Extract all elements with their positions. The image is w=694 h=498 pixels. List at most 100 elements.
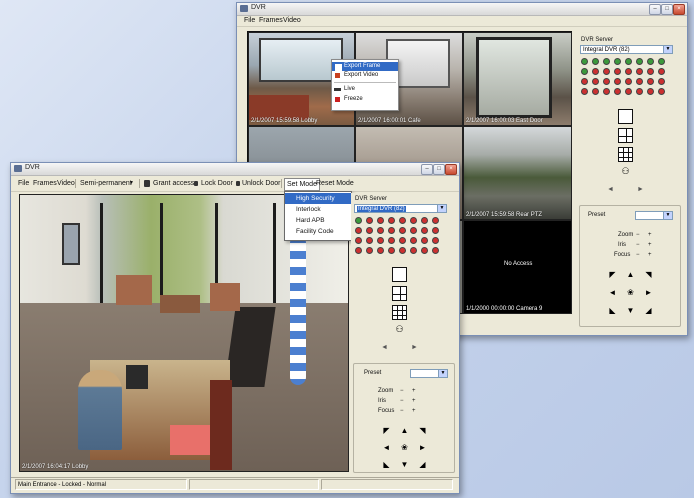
camera-button[interactable]	[355, 217, 362, 224]
camera-button[interactable]	[581, 58, 588, 65]
camera-button[interactable]	[614, 58, 621, 65]
binoculars-icon[interactable]: ⚇	[621, 167, 630, 176]
layout-3x3-button[interactable]	[392, 305, 407, 320]
camera-button[interactable]	[366, 247, 373, 254]
reset-mode-button[interactable]: Reset Mode	[316, 180, 354, 187]
menu-file[interactable]: File	[18, 180, 29, 187]
front-title-bar[interactable]: DVR – □ ×	[11, 163, 459, 176]
lock-door-button[interactable]: Lock Door	[201, 180, 233, 187]
camera-button[interactable]	[603, 68, 610, 75]
layout-1x1-button[interactable]	[618, 109, 633, 124]
pan-up-right-button[interactable]: ◥	[418, 426, 427, 435]
camera-button[interactable]	[658, 68, 665, 75]
camera-button[interactable]	[355, 237, 362, 244]
camera-button[interactable]	[625, 58, 632, 65]
previous-arrow-button[interactable]: ◄	[381, 344, 388, 351]
camera-button[interactable]	[377, 217, 384, 224]
camera-button[interactable]	[432, 247, 439, 254]
camera-button[interactable]	[377, 247, 384, 254]
camera-button[interactable]	[432, 237, 439, 244]
camera-button[interactable]	[421, 237, 428, 244]
focus-far-button[interactable]: +	[648, 252, 652, 258]
pan-left-button[interactable]: ◄	[608, 288, 617, 297]
camera-button[interactable]	[388, 217, 395, 224]
camera-button[interactable]	[399, 247, 406, 254]
zoom-out-button[interactable]: −	[636, 232, 640, 238]
camera-button[interactable]	[399, 237, 406, 244]
camera-tile-camera-9[interactable]: No Access 1/1/2000 00:00:00 Camera 9	[463, 220, 572, 314]
camera-button[interactable]	[614, 78, 621, 85]
camera-button[interactable]	[388, 227, 395, 234]
chevron-down-icon[interactable]: ▼	[129, 180, 134, 186]
zoom-out-button[interactable]: −	[400, 388, 404, 394]
camera-button[interactable]	[603, 78, 610, 85]
camera-button[interactable]	[388, 247, 395, 254]
camera-button[interactable]	[410, 217, 417, 224]
camera-button[interactable]	[421, 217, 428, 224]
camera-button[interactable]	[592, 78, 599, 85]
mode-select[interactable]: Semi-permanent	[80, 180, 132, 187]
layout-1x1-button[interactable]	[392, 267, 407, 282]
previous-arrow-button[interactable]: ◄	[607, 186, 614, 193]
camera-button[interactable]	[592, 88, 599, 95]
pan-down-left-button[interactable]: ◣	[382, 460, 391, 469]
camera-button[interactable]	[355, 247, 362, 254]
layout-2x2-button[interactable]	[618, 128, 633, 143]
camera-button[interactable]	[647, 58, 654, 65]
maximize-button[interactable]: □	[433, 164, 445, 175]
pan-down-left-button[interactable]: ◣	[608, 306, 617, 315]
maximize-button[interactable]: □	[661, 4, 673, 15]
camera-button[interactable]	[410, 227, 417, 234]
menu-frames[interactable]: Frames	[259, 17, 283, 24]
iris-open-button[interactable]: +	[412, 398, 416, 404]
camera-button[interactable]	[366, 237, 373, 244]
mode-option-high-security[interactable]: High Security	[285, 193, 351, 204]
set-mode-button[interactable]: Set Mode	[284, 178, 320, 191]
grant-access-button[interactable]: Grant access	[153, 180, 194, 187]
camera-button[interactable]	[410, 237, 417, 244]
back-title-bar[interactable]: DVR – □ ×	[237, 3, 687, 16]
camera-button[interactable]	[432, 227, 439, 234]
camera-button[interactable]	[581, 68, 588, 75]
pan-right-button[interactable]: ►	[644, 288, 653, 297]
menu-frames[interactable]: Frames	[33, 180, 57, 187]
minimize-button[interactable]: –	[649, 4, 661, 15]
zoom-in-button[interactable]: +	[648, 232, 652, 238]
camera-button[interactable]	[355, 227, 362, 234]
pan-down-button[interactable]: ▼	[626, 306, 635, 315]
pan-left-button[interactable]: ◄	[382, 443, 391, 452]
camera-button[interactable]	[647, 68, 654, 75]
camera-button[interactable]	[625, 78, 632, 85]
binoculars-icon[interactable]: ⚇	[395, 325, 404, 334]
next-arrow-button[interactable]: ►	[411, 344, 418, 351]
mode-option-hard-apb[interactable]: Hard APB	[285, 215, 351, 226]
camera-button[interactable]	[636, 88, 643, 95]
pan-right-button[interactable]: ►	[418, 443, 427, 452]
camera-button[interactable]	[658, 78, 665, 85]
mode-option-interlock[interactable]: Interlock	[285, 204, 351, 215]
iris-open-button[interactable]: +	[648, 242, 652, 248]
close-button[interactable]: ×	[445, 164, 457, 175]
export-video-item[interactable]: Export Video	[332, 71, 398, 80]
pan-up-button[interactable]: ▲	[400, 426, 409, 435]
preset-select[interactable]: ▼	[635, 211, 673, 220]
camera-button[interactable]	[399, 227, 406, 234]
camera-button[interactable]	[603, 88, 610, 95]
camera-button[interactable]	[377, 237, 384, 244]
unlock-door-button[interactable]: Unlock Door	[242, 180, 281, 187]
camera-button[interactable]	[592, 58, 599, 65]
camera-button[interactable]	[581, 88, 588, 95]
camera-button[interactable]	[614, 68, 621, 75]
camera-button[interactable]	[636, 78, 643, 85]
menu-file[interactable]: File	[244, 17, 255, 24]
dvr-server-select[interactable]: Integral DVR (82) ▼	[354, 204, 447, 213]
mode-option-facility-code[interactable]: Facility Code	[285, 226, 351, 237]
camera-button[interactable]	[636, 58, 643, 65]
camera-button[interactable]	[625, 68, 632, 75]
camera-button[interactable]	[614, 88, 621, 95]
dvr-server-select[interactable]: Integral DVR (82) ▼	[580, 45, 673, 54]
pan-up-button[interactable]: ▲	[626, 270, 635, 279]
pan-home-button[interactable]: ❀	[626, 288, 635, 297]
pan-down-right-button[interactable]: ◢	[644, 306, 653, 315]
camera-button[interactable]	[658, 88, 665, 95]
